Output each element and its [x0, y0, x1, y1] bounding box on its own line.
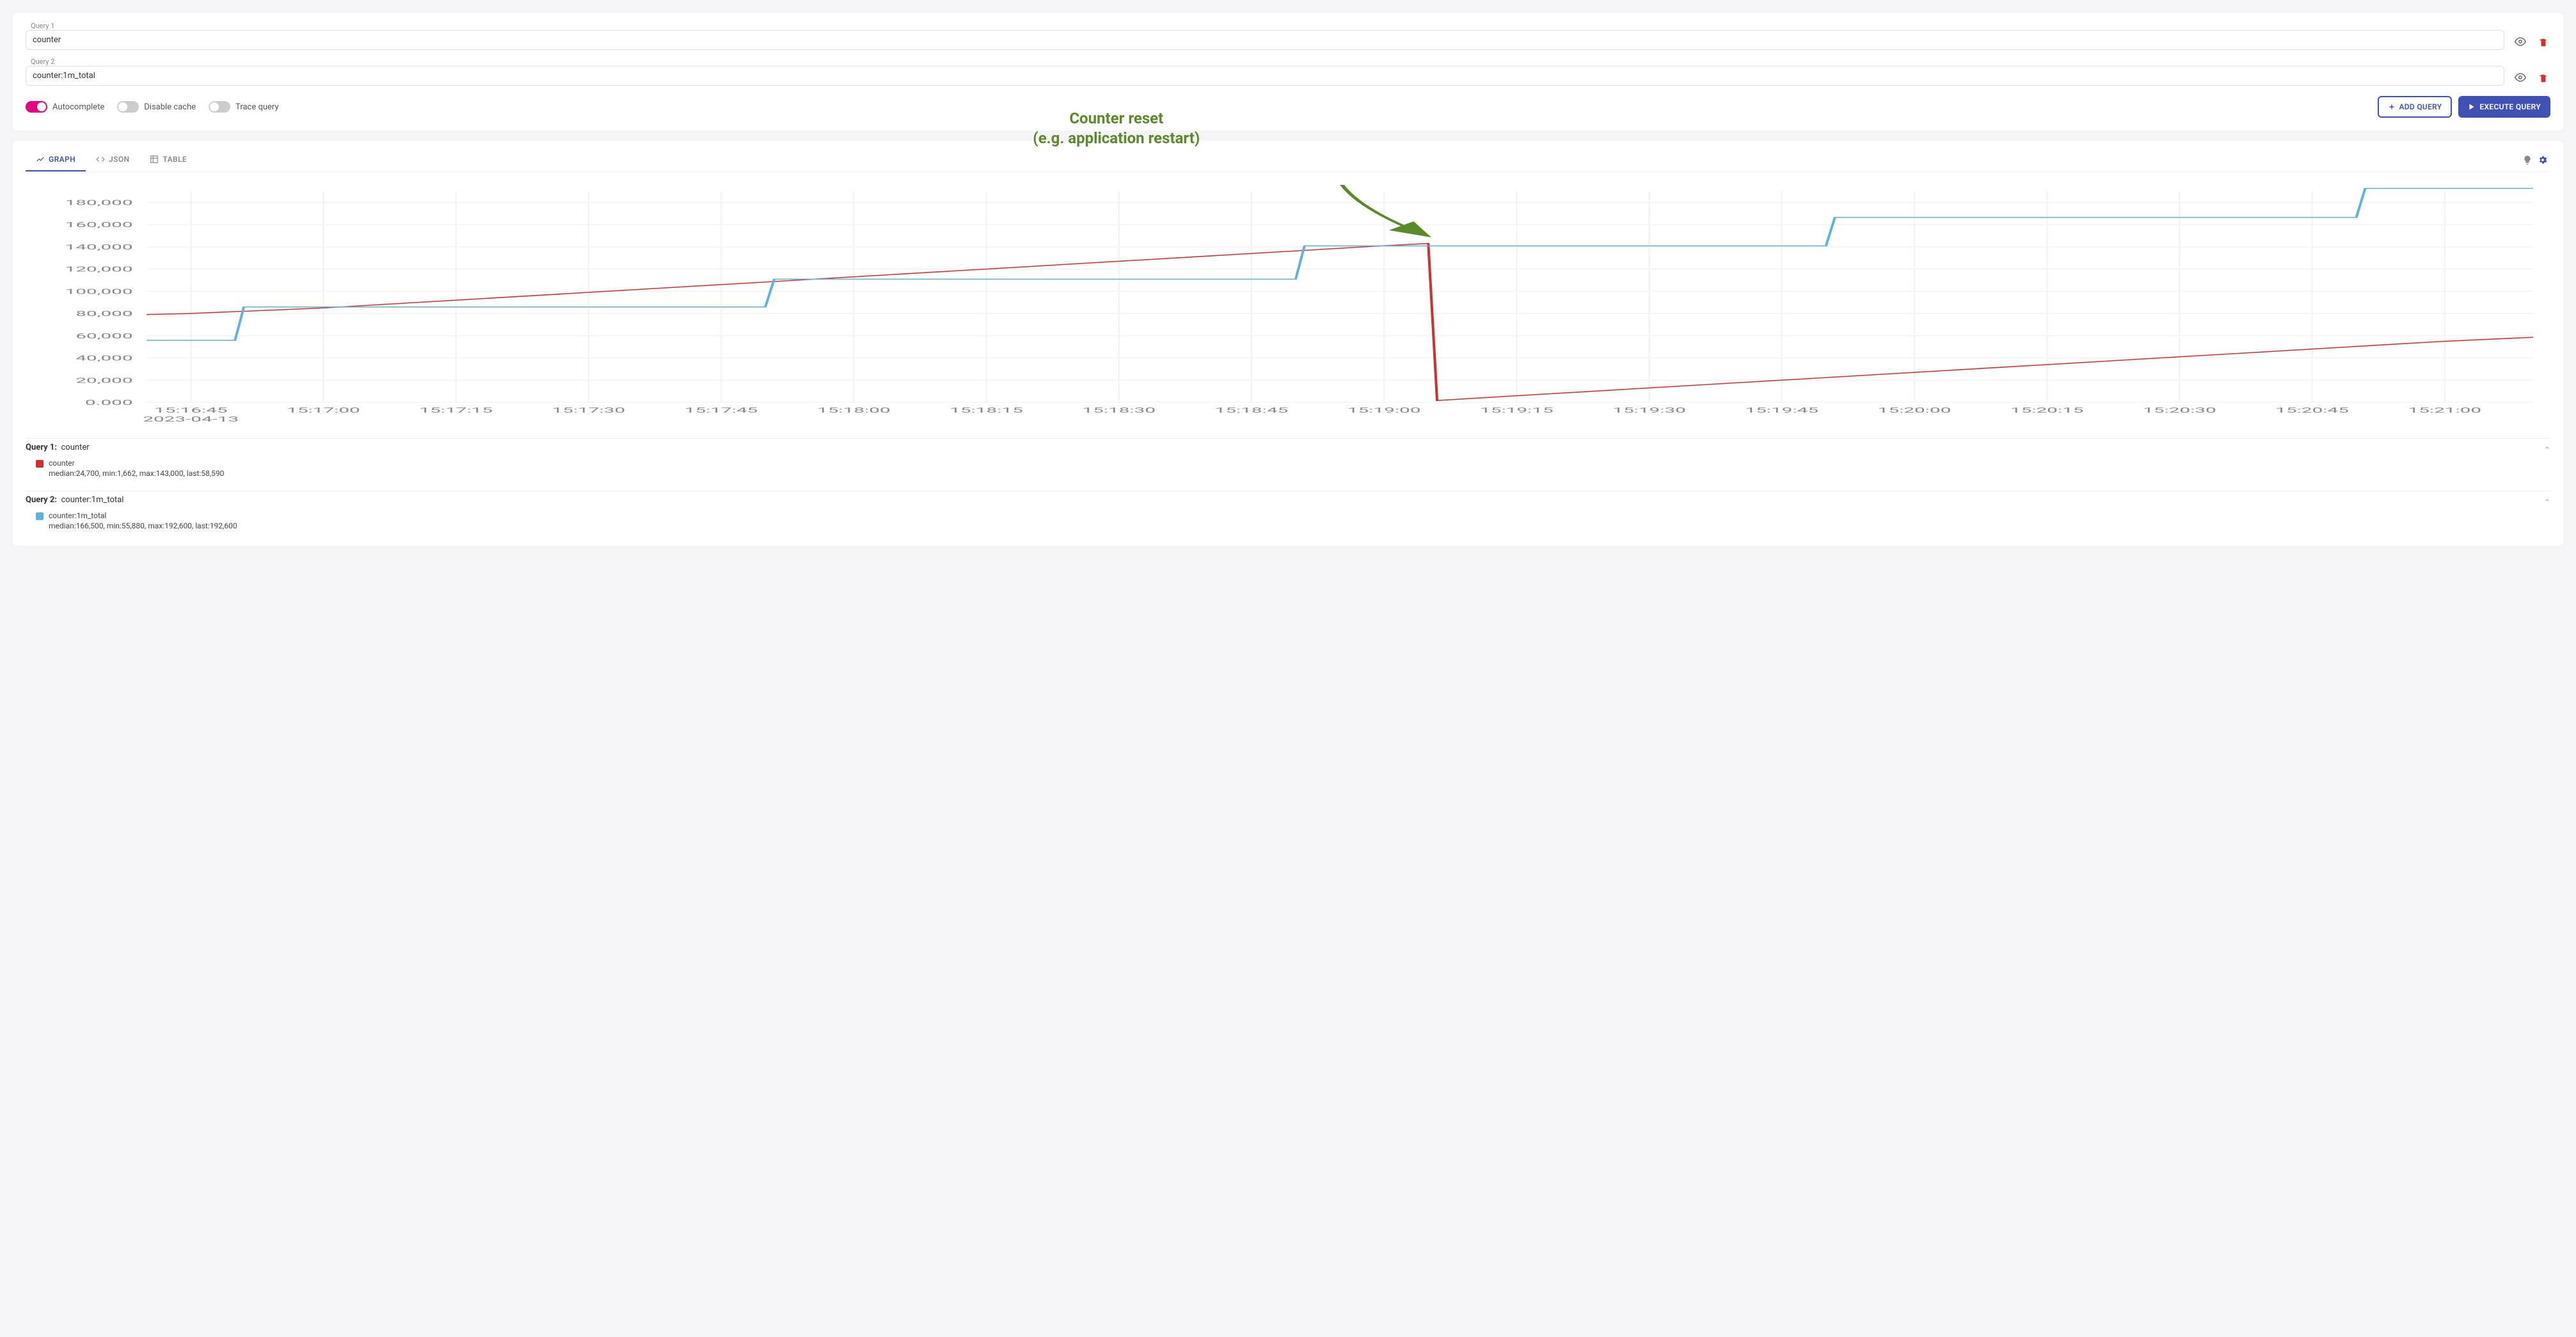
tabs: GRAPH JSON TABLE [26, 148, 2550, 172]
svg-text:15:20:00: 15:20:00 [1878, 406, 1952, 415]
series-name: counter [49, 459, 224, 468]
svg-text:0.000: 0.000 [85, 399, 133, 407]
svg-text:120,000: 120,000 [65, 265, 133, 274]
gear-icon[interactable] [2535, 152, 2550, 168]
add-query-button[interactable]: ADD QUERY [2378, 96, 2453, 118]
svg-text:15:20:30: 15:20:30 [2143, 406, 2216, 415]
svg-text:40,000: 40,000 [76, 354, 132, 363]
svg-text:15:18:30: 15:18:30 [1082, 406, 1156, 415]
svg-text:15:16:45: 15:16:45 [154, 406, 228, 415]
legend-header[interactable]: Query 2: counter:1m_total [26, 491, 2550, 509]
svg-text:160,000: 160,000 [65, 221, 133, 229]
eye-icon[interactable] [2512, 69, 2529, 86]
autocomplete-toggle[interactable]: Autocomplete [26, 101, 104, 113]
svg-text:100,000: 100,000 [65, 288, 133, 296]
plus-icon [2388, 103, 2396, 111]
eye-icon[interactable] [2512, 33, 2529, 50]
chevron-up-icon [2544, 497, 2550, 503]
legend-item[interactable]: counter median:24,700, min:1,662, max:14… [26, 456, 2550, 480]
color-swatch [36, 512, 44, 520]
query-panel: Query 1 Query 2 Autocomplete [13, 13, 2563, 131]
tips-icon[interactable] [2520, 152, 2535, 168]
switch-icon [26, 101, 47, 113]
series-stats: median:24,700, min:1,662, max:143,000, l… [49, 469, 224, 478]
trace-query-toggle[interactable]: Trace query [209, 101, 279, 113]
svg-text:20,000: 20,000 [76, 376, 132, 384]
svg-text:15:21:00: 15:21:00 [2408, 406, 2482, 415]
svg-text:15:17:15: 15:17:15 [419, 406, 493, 415]
query-1-label: Query 1 [26, 20, 2504, 30]
query-2-input[interactable] [26, 66, 2504, 86]
switch-icon [209, 101, 230, 113]
series-name: counter:1m_total [49, 511, 237, 520]
svg-text:15:18:45: 15:18:45 [1215, 406, 1289, 415]
svg-text:80,000: 80,000 [76, 310, 132, 318]
svg-text:15:20:15: 15:20:15 [2010, 406, 2084, 415]
tab-json[interactable]: JSON [86, 148, 139, 171]
controls-row: Autocomplete Disable cache Trace query A… [26, 96, 2550, 118]
svg-text:15:19:30: 15:19:30 [1612, 406, 1686, 415]
chart-svg[interactable]: 0.000 20,000 40,000 60,000 80,000 100,000 120,… [26, 185, 2550, 428]
svg-text:15:19:00: 15:19:00 [1348, 406, 1421, 415]
svg-text:15:18:00: 15:18:00 [817, 406, 891, 415]
execute-query-button[interactable]: EXECUTE QUERY [2458, 96, 2550, 118]
svg-text:15:18:15: 15:18:15 [950, 406, 1023, 415]
svg-text:15:20:45: 15:20:45 [2275, 406, 2349, 415]
chart-panel: GRAPH JSON TABLE Counter reset (e.g. app… [13, 141, 2563, 546]
svg-text:15:17:45: 15:17:45 [685, 406, 758, 415]
query-2-label: Query 2 [26, 56, 2504, 66]
code-icon [96, 155, 105, 164]
svg-text:15:17:00: 15:17:00 [287, 406, 360, 415]
svg-text:60,000: 60,000 [76, 332, 132, 340]
autocomplete-label: Autocomplete [52, 102, 104, 112]
legend-item[interactable]: counter:1m_total median:166,500, min:55,… [26, 509, 2550, 533]
tab-table[interactable]: TABLE [139, 148, 197, 171]
query-row-1: Query 1 [26, 20, 2550, 50]
legend: Query 1: counter counter median:24,700, … [26, 438, 2550, 533]
graph-icon [36, 155, 45, 164]
query-1-input[interactable] [26, 30, 2504, 50]
svg-text:15:19:15: 15:19:15 [1480, 406, 1554, 415]
delete-icon[interactable] [2536, 70, 2550, 86]
svg-text:15:17:30: 15:17:30 [552, 406, 626, 415]
tab-graph[interactable]: GRAPH [26, 148, 86, 171]
switch-icon [117, 101, 139, 113]
color-swatch [36, 460, 44, 468]
table-icon [150, 155, 159, 164]
svg-text:180,000: 180,000 [65, 199, 133, 207]
trace-query-label: Trace query [235, 102, 279, 112]
chart-area: 0.000 20,000 40,000 60,000 80,000 100,000 120,… [26, 172, 2550, 428]
query-row-2: Query 2 [26, 56, 2550, 86]
chevron-up-icon [2544, 445, 2550, 451]
disable-cache-label: Disable cache [144, 102, 196, 112]
svg-text:2023-04-13: 2023-04-13 [143, 415, 239, 423]
svg-text:140,000: 140,000 [65, 243, 133, 251]
play-icon [2468, 103, 2476, 111]
legend-header[interactable]: Query 1: counter [26, 438, 2550, 456]
disable-cache-toggle[interactable]: Disable cache [117, 101, 196, 113]
svg-text:15:19:45: 15:19:45 [1745, 406, 1818, 415]
series-stats: median:166,500, min:55,880, max:192,600,… [49, 521, 237, 530]
delete-icon[interactable] [2536, 35, 2550, 50]
